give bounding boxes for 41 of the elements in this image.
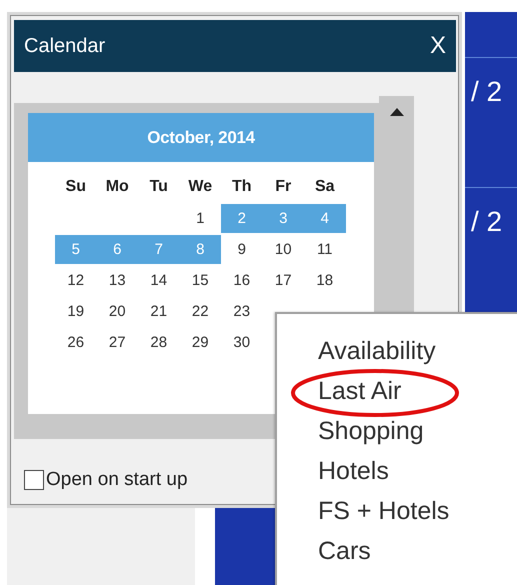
weekday-header: Sa (314, 177, 336, 197)
calendar-day[interactable]: 15 (180, 266, 221, 295)
calendar-day[interactable]: 23 (221, 297, 262, 326)
close-button[interactable]: X (430, 32, 446, 60)
month-title: October, 2014 (28, 113, 374, 162)
calendar-day[interactable]: 29 (180, 328, 221, 357)
calendar-day[interactable]: 14 (138, 266, 180, 295)
calendar-day[interactable]: 12 (55, 266, 96, 295)
scroll-up-icon[interactable] (390, 108, 404, 116)
calendar-day[interactable]: 28 (138, 328, 180, 357)
calendar-day[interactable]: 9 (221, 235, 262, 264)
calendar-day[interactable]: 11 (304, 235, 346, 264)
calendar-day[interactable]: 22 (180, 297, 221, 326)
calendar-day[interactable]: 18 (304, 266, 346, 295)
checkbox-label: Open on start up (46, 469, 188, 491)
calendar-day[interactable]: 21 (138, 297, 180, 326)
weekday-header: Th (230, 177, 253, 197)
menu-item[interactable]: FS + Hotels (318, 497, 450, 526)
calendar-day[interactable]: 26 (55, 328, 96, 357)
calendar-day[interactable]: 27 (96, 328, 138, 357)
checkbox[interactable] (24, 470, 44, 490)
calendar-day[interactable]: 1 (180, 204, 221, 233)
calendar-day[interactable]: 17 (262, 266, 304, 295)
menu-item[interactable]: Cars (318, 537, 371, 566)
weekday-header: Tu (148, 177, 169, 197)
calendar-day[interactable]: 16 (221, 266, 262, 295)
window-title: Calendar (24, 34, 106, 58)
menu-item[interactable]: Shopping (318, 417, 424, 446)
calendar-day[interactable]: 30 (221, 328, 262, 357)
calendar-day[interactable]: 20 (96, 297, 138, 326)
calendar-day[interactable]: 13 (96, 266, 138, 295)
terminal-text: / 2 (471, 76, 502, 108)
weekday-header: We (187, 177, 214, 197)
weekday-header: Mo (104, 177, 130, 197)
calendar-day[interactable]: 10 (262, 235, 304, 264)
terminal-text: / 2 (471, 206, 502, 238)
menu-item[interactable]: Availability (318, 337, 436, 366)
calendar-day[interactable]: 19 (55, 297, 96, 326)
weekday-header: Fr (274, 177, 292, 197)
menu-item[interactable]: Hotels (318, 457, 389, 486)
weekday-header: Su (64, 177, 87, 197)
